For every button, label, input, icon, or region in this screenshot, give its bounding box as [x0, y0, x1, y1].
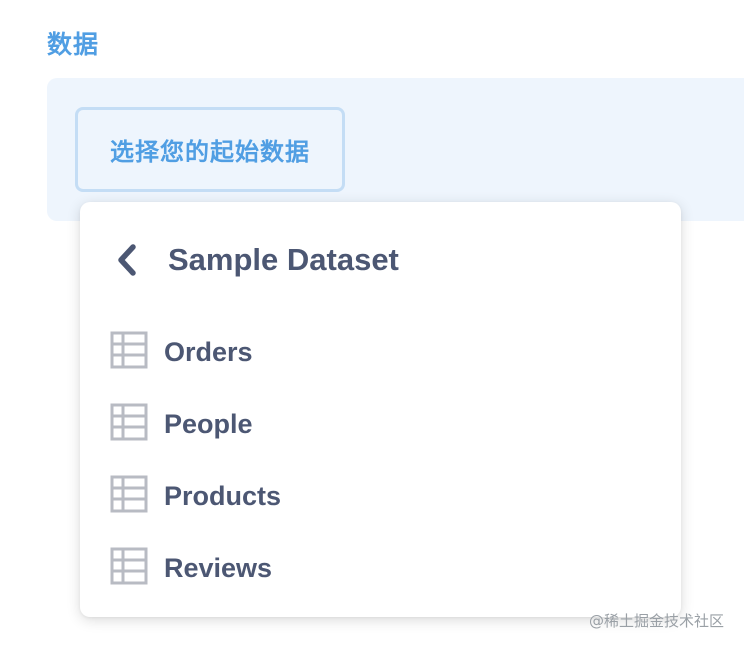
dataset-title: Sample Dataset — [168, 242, 399, 277]
back-to-databases-button[interactable]: Sample Dataset — [112, 232, 399, 288]
watermark: @稀土掘金技术社区 — [588, 612, 724, 630]
table-item-label: Products — [164, 480, 282, 511]
table-icon — [110, 403, 164, 445]
table-icon — [110, 475, 164, 517]
section-label: 数据 — [47, 30, 100, 59]
table-item-label: People — [164, 408, 253, 439]
table-item-orders[interactable]: Orders — [110, 316, 670, 388]
data-picker-popover: Sample Dataset Orders People Products Re… — [80, 202, 681, 617]
table-list: Orders People Products Reviews — [110, 316, 670, 604]
chevron-left-icon — [112, 240, 142, 280]
table-item-label: Reviews — [164, 552, 273, 583]
table-icon — [110, 331, 164, 373]
table-item-people[interactable]: People — [110, 388, 670, 460]
pick-starting-data-button[interactable]: 选择您的起始数据 — [75, 107, 345, 192]
table-item-reviews[interactable]: Reviews — [110, 532, 670, 604]
table-item-label: Orders — [164, 336, 253, 367]
table-item-products[interactable]: Products — [110, 460, 670, 532]
table-icon — [110, 547, 164, 589]
